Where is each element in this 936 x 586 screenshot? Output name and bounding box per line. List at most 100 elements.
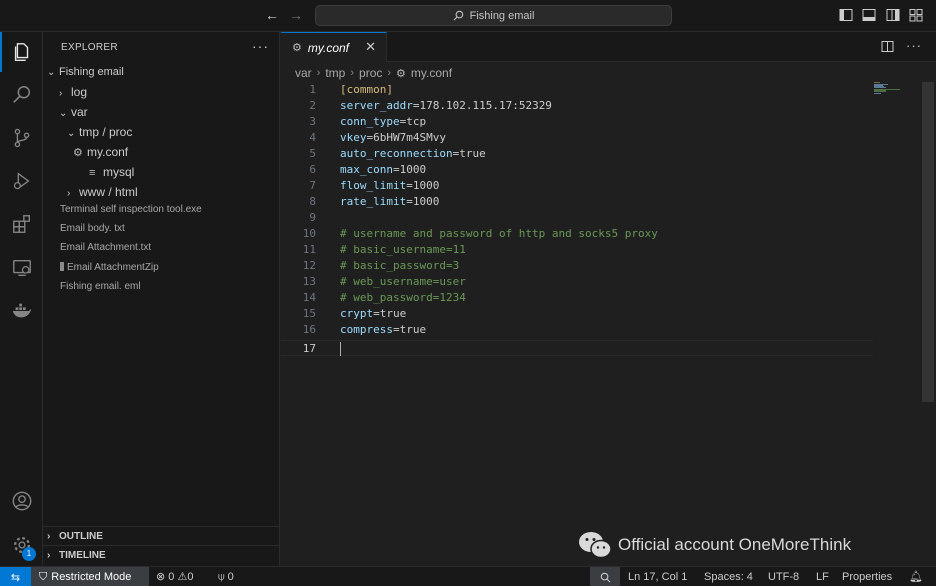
explorer-title: EXPLORER [61,42,118,53]
breadcrumb-item[interactable]: var [295,66,312,80]
end-of-line[interactable]: LF [816,567,829,586]
bell-icon[interactable]: 🔔︎ [909,567,923,586]
gear-icon: ⚙ [292,42,302,54]
text-cursor [340,342,341,356]
extensions-button[interactable] [0,204,43,244]
activity-bar: 1 [0,32,43,566]
account-icon [12,491,31,511]
manage-button[interactable]: 1 [0,525,43,565]
code-line: 3 conn_type=tcp [309,115,427,128]
chevron-down-icon: ⌄ [59,108,68,119]
editor-tabs: ⚙ my.conf ✕ ··· [281,32,936,62]
watermark-text: Official account OneMoreThink [618,535,852,554]
more-actions-icon[interactable]: ··· [906,39,922,53]
code-line: 16 compress=true [302,323,427,336]
chevron-down-icon: ⌄ [67,128,76,139]
tree-file-email-attachment-zip[interactable]: Email AttachmentZip [60,258,159,278]
zoom-icon [600,572,610,582]
chevron-down-icon: ⌄ [47,67,56,78]
error-icon: ⊗ [156,571,166,583]
restricted-mode-label: Restricted Mode [51,571,132,583]
remote-explorer-button[interactable] [0,248,43,288]
tree-file-mysql[interactable]: ≡ mysql [89,162,134,182]
search-button[interactable] [0,75,43,115]
explorer-sidebar: EXPLORER ··· ⌄ Fishing email › log ⌄ var ⌄ t… [43,32,280,566]
breadcrumb-item[interactable]: my.conf [411,66,452,80]
code-line: 8 rate_limit=1000 [309,195,440,208]
search-text: Fishing email [469,9,535,22]
file-label: mysql [103,165,135,179]
warning-count: 0 [187,571,194,583]
title-bar: ← → Fishing email [0,0,936,32]
remote-explorer-icon [12,259,31,277]
chevron-right-icon: › [387,67,392,79]
file-label: Email AttachmentZip [67,262,159,273]
tree-folder-www-html[interactable]: › www / html [67,182,138,202]
restricted-mode-indicator[interactable]: ⛉ Restricted Mode [31,567,149,586]
source-control-icon [14,128,29,148]
problems-indicator[interactable]: ⊗ 0 ⚠0 [156,567,193,586]
run-debug-icon [13,172,30,190]
forward-arrow-icon[interactable]: → [287,7,305,23]
encoding[interactable]: UTF-8 [768,567,799,586]
minimap[interactable] [874,82,904,98]
docker-icon [12,303,31,318]
code-line: 13 # web_username=user [302,275,466,288]
explorer-button[interactable] [0,32,43,72]
tree-folder-log[interactable]: › log [59,82,87,102]
remote-icon: ⇆ [10,571,21,584]
timeline-section[interactable]: › TIMELINE [43,545,279,565]
breadcrumb-item[interactable]: tmp [325,66,345,80]
tab-label: my.conf [307,40,349,55]
shield-icon: ⛉ [39,570,48,583]
accounts-button[interactable] [0,481,43,521]
command-center-search[interactable]: Fishing email [315,5,672,26]
code-line: 7 flow_limit=1000 [309,179,440,192]
ports-icon: ⍦ [218,571,225,583]
close-icon[interactable]: ✕ [365,39,376,55]
folder-label: log [71,85,88,99]
search-icon [12,86,30,103]
more-actions-icon[interactable]: ··· [252,38,269,54]
code-line: 15 crypt=true [302,307,407,320]
tree-folder-var[interactable]: ⌄ var [59,102,88,122]
editor-scrollbar[interactable] [922,82,934,402]
tree-file-fishing-eml[interactable]: Fishing email. eml [60,277,141,297]
code-line: 2 server_addr=178.102.115.17:52329 [309,99,552,112]
toggle-primary-sidebar-icon[interactable] [839,8,853,22]
tree-file-terminal-tool[interactable]: Terminal self inspection tool.exe [60,200,202,220]
breadcrumb-item[interactable]: proc [359,66,382,80]
run-debug-button[interactable] [0,161,43,201]
tree-file-email-attachment[interactable]: Email Attachment.txt [60,238,151,258]
code-line: 6 max_conn=1000 [309,163,427,176]
docker-button[interactable] [0,291,43,331]
notification-badge: 1 [22,547,36,561]
tree-folder-tmp-proc[interactable]: ⌄ tmp / proc [67,122,132,142]
warning-icon: ⚠ [177,571,188,583]
code-line: 5 auto_reconnection=true [309,147,486,160]
cursor-position[interactable]: Ln 17, Col 1 [628,567,687,586]
editor-actions: ··· [881,39,922,53]
indentation[interactable]: Spaces: 4 [704,567,753,586]
remote-indicator[interactable]: ⇆ [0,567,31,586]
toggle-panel-icon[interactable] [862,8,876,22]
toggle-secondary-sidebar-icon[interactable] [886,8,900,22]
source-control-button[interactable] [0,118,43,158]
tree-file-my-conf[interactable]: ⚙ my.conf [73,142,128,162]
tab-my-conf[interactable]: ⚙ my.conf ✕ [281,32,387,62]
code-editor[interactable]: 1 [common] 2 server_addr=178.102.115.17:52… [281,82,921,566]
zoom-indicator[interactable] [590,567,620,586]
customize-layout-icon[interactable] [909,8,923,22]
split-editor-icon[interactable] [881,40,894,53]
timeline-label: TIMELINE [59,550,106,561]
code-line: 14 # web_password=1234 [302,291,466,304]
watermark: Official account OneMoreThink [578,531,851,559]
tree-file-email-body[interactable]: Email body. txt [60,219,125,239]
back-arrow-icon[interactable]: ← [263,7,281,23]
language-mode[interactable]: Properties [842,567,892,586]
text-file-icon: ≡ [89,167,96,179]
code-line: 10 # username and password of http and so… [302,227,658,240]
tree-root-folder[interactable]: ⌄ Fishing email [47,62,124,82]
ports-indicator[interactable]: ⍦ 0 [218,567,234,586]
outline-section[interactable]: › OUTLINE [43,526,279,546]
